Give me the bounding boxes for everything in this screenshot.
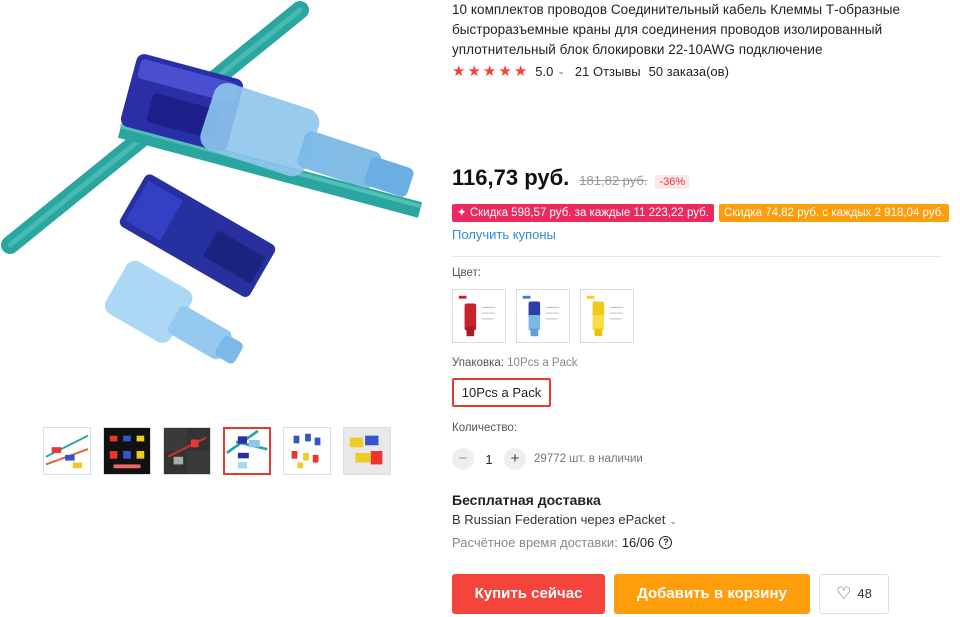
color-swatches (452, 289, 644, 343)
thumbnail-6[interactable] (343, 427, 391, 475)
quantity-plus-button[interactable]: + (504, 448, 526, 470)
thumbnail-strip (43, 427, 403, 475)
color-option-blue[interactable] (516, 289, 570, 343)
pack-selected-value: 10Pcs a Pack (507, 357, 578, 369)
add-to-cart-button[interactable]: Добавить в корзину (614, 574, 810, 614)
wishlist-button[interactable]: ♡ 48 (819, 574, 889, 614)
quantity-input[interactable]: 1 (474, 452, 504, 467)
product-info: 10 комплектов проводов Соединительный ка… (452, 0, 952, 614)
quantity-minus-button[interactable]: − (452, 448, 474, 470)
divider (452, 256, 942, 257)
star-icon: ★ (482, 63, 497, 80)
pack-label-text: Упаковка: (452, 357, 504, 369)
shipping-title: Бесплатная доставка (452, 492, 601, 508)
current-price: 116,73 руб. (452, 165, 570, 190)
get-coupons-link[interactable]: Получить купоны (452, 227, 556, 242)
color-option-yellow[interactable] (580, 289, 634, 343)
rating-value[interactable]: 5.0 (535, 64, 553, 79)
heart-icon: ♡ (836, 584, 852, 603)
star-icon: ★ (513, 63, 528, 80)
color-option-red[interactable] (452, 289, 506, 343)
shipping-destination[interactable]: В Russian Federation через ePacket ⌄ (452, 512, 687, 527)
promo-badge-select[interactable]: Скидка 74,82 руб. с каждых 2 918,04 руб. (718, 204, 950, 222)
thumbnail-1[interactable] (43, 427, 91, 475)
promo-row: ✦ Скидка 598,57 руб. за каждые 11 223,22… (452, 204, 954, 222)
chevron-down-icon: ⌄ (669, 516, 677, 526)
star-rating[interactable]: ★ ★ ★ ★ ★ (452, 64, 527, 79)
discount-badge: -36% (655, 175, 690, 189)
buy-now-button[interactable]: Купить сейчас (452, 574, 605, 614)
stock-count: 29772 шт. в наличии (534, 453, 643, 465)
price-row: 116,73 руб. 181,82 руб. -36% (452, 165, 690, 191)
old-price: 181,82 руб. (579, 173, 648, 188)
chevron-down-icon[interactable]: ⌄ (557, 66, 565, 77)
delivery-date: 16/06 (621, 535, 655, 550)
star-icon: ★ (452, 63, 466, 80)
orders-count: 50 заказа(ов) (648, 64, 729, 79)
shipping-destination-text: В Russian Federation через ePacket (452, 512, 666, 527)
thumbnail-4[interactable] (223, 427, 271, 475)
delivery-time-label: Расчётное время доставки: (452, 535, 618, 550)
pack-label: Упаковка: 10Pcs a Pack (452, 357, 577, 369)
star-icon: ★ (498, 63, 512, 80)
rating-row: ★ ★ ★ ★ ★ 5.0 ⌄ 21 Отзывы 50 заказа(ов) (452, 64, 729, 79)
help-icon[interactable]: ? (659, 536, 673, 549)
action-buttons: Купить сейчас Добавить в корзину ♡ 48 (452, 574, 898, 614)
promo-badge-store[interactable]: ✦ Скидка 598,57 руб. за каждые 11 223,22… (452, 204, 714, 222)
wishlist-count: 48 (857, 586, 872, 601)
pack-option-10pcs[interactable]: 10Pcs a Pack (452, 378, 551, 407)
thumbnail-3[interactable] (163, 427, 211, 475)
color-label: Цвет: (452, 267, 481, 279)
delivery-time: Расчётное время доставки: 16/06 ? (452, 535, 673, 550)
quantity-stepper: − 1 + 29772 шт. в наличии (452, 448, 643, 470)
reviews-link[interactable]: 21 Отзывы (575, 64, 641, 79)
product-title: 10 комплектов проводов Соединительный ка… (452, 2, 901, 57)
quantity-label: Количество: (452, 422, 517, 434)
thumbnail-2[interactable] (103, 427, 151, 475)
star-icon: ★ (467, 63, 481, 80)
main-product-image[interactable] (0, 0, 440, 400)
thumbnail-5[interactable] (283, 427, 331, 475)
